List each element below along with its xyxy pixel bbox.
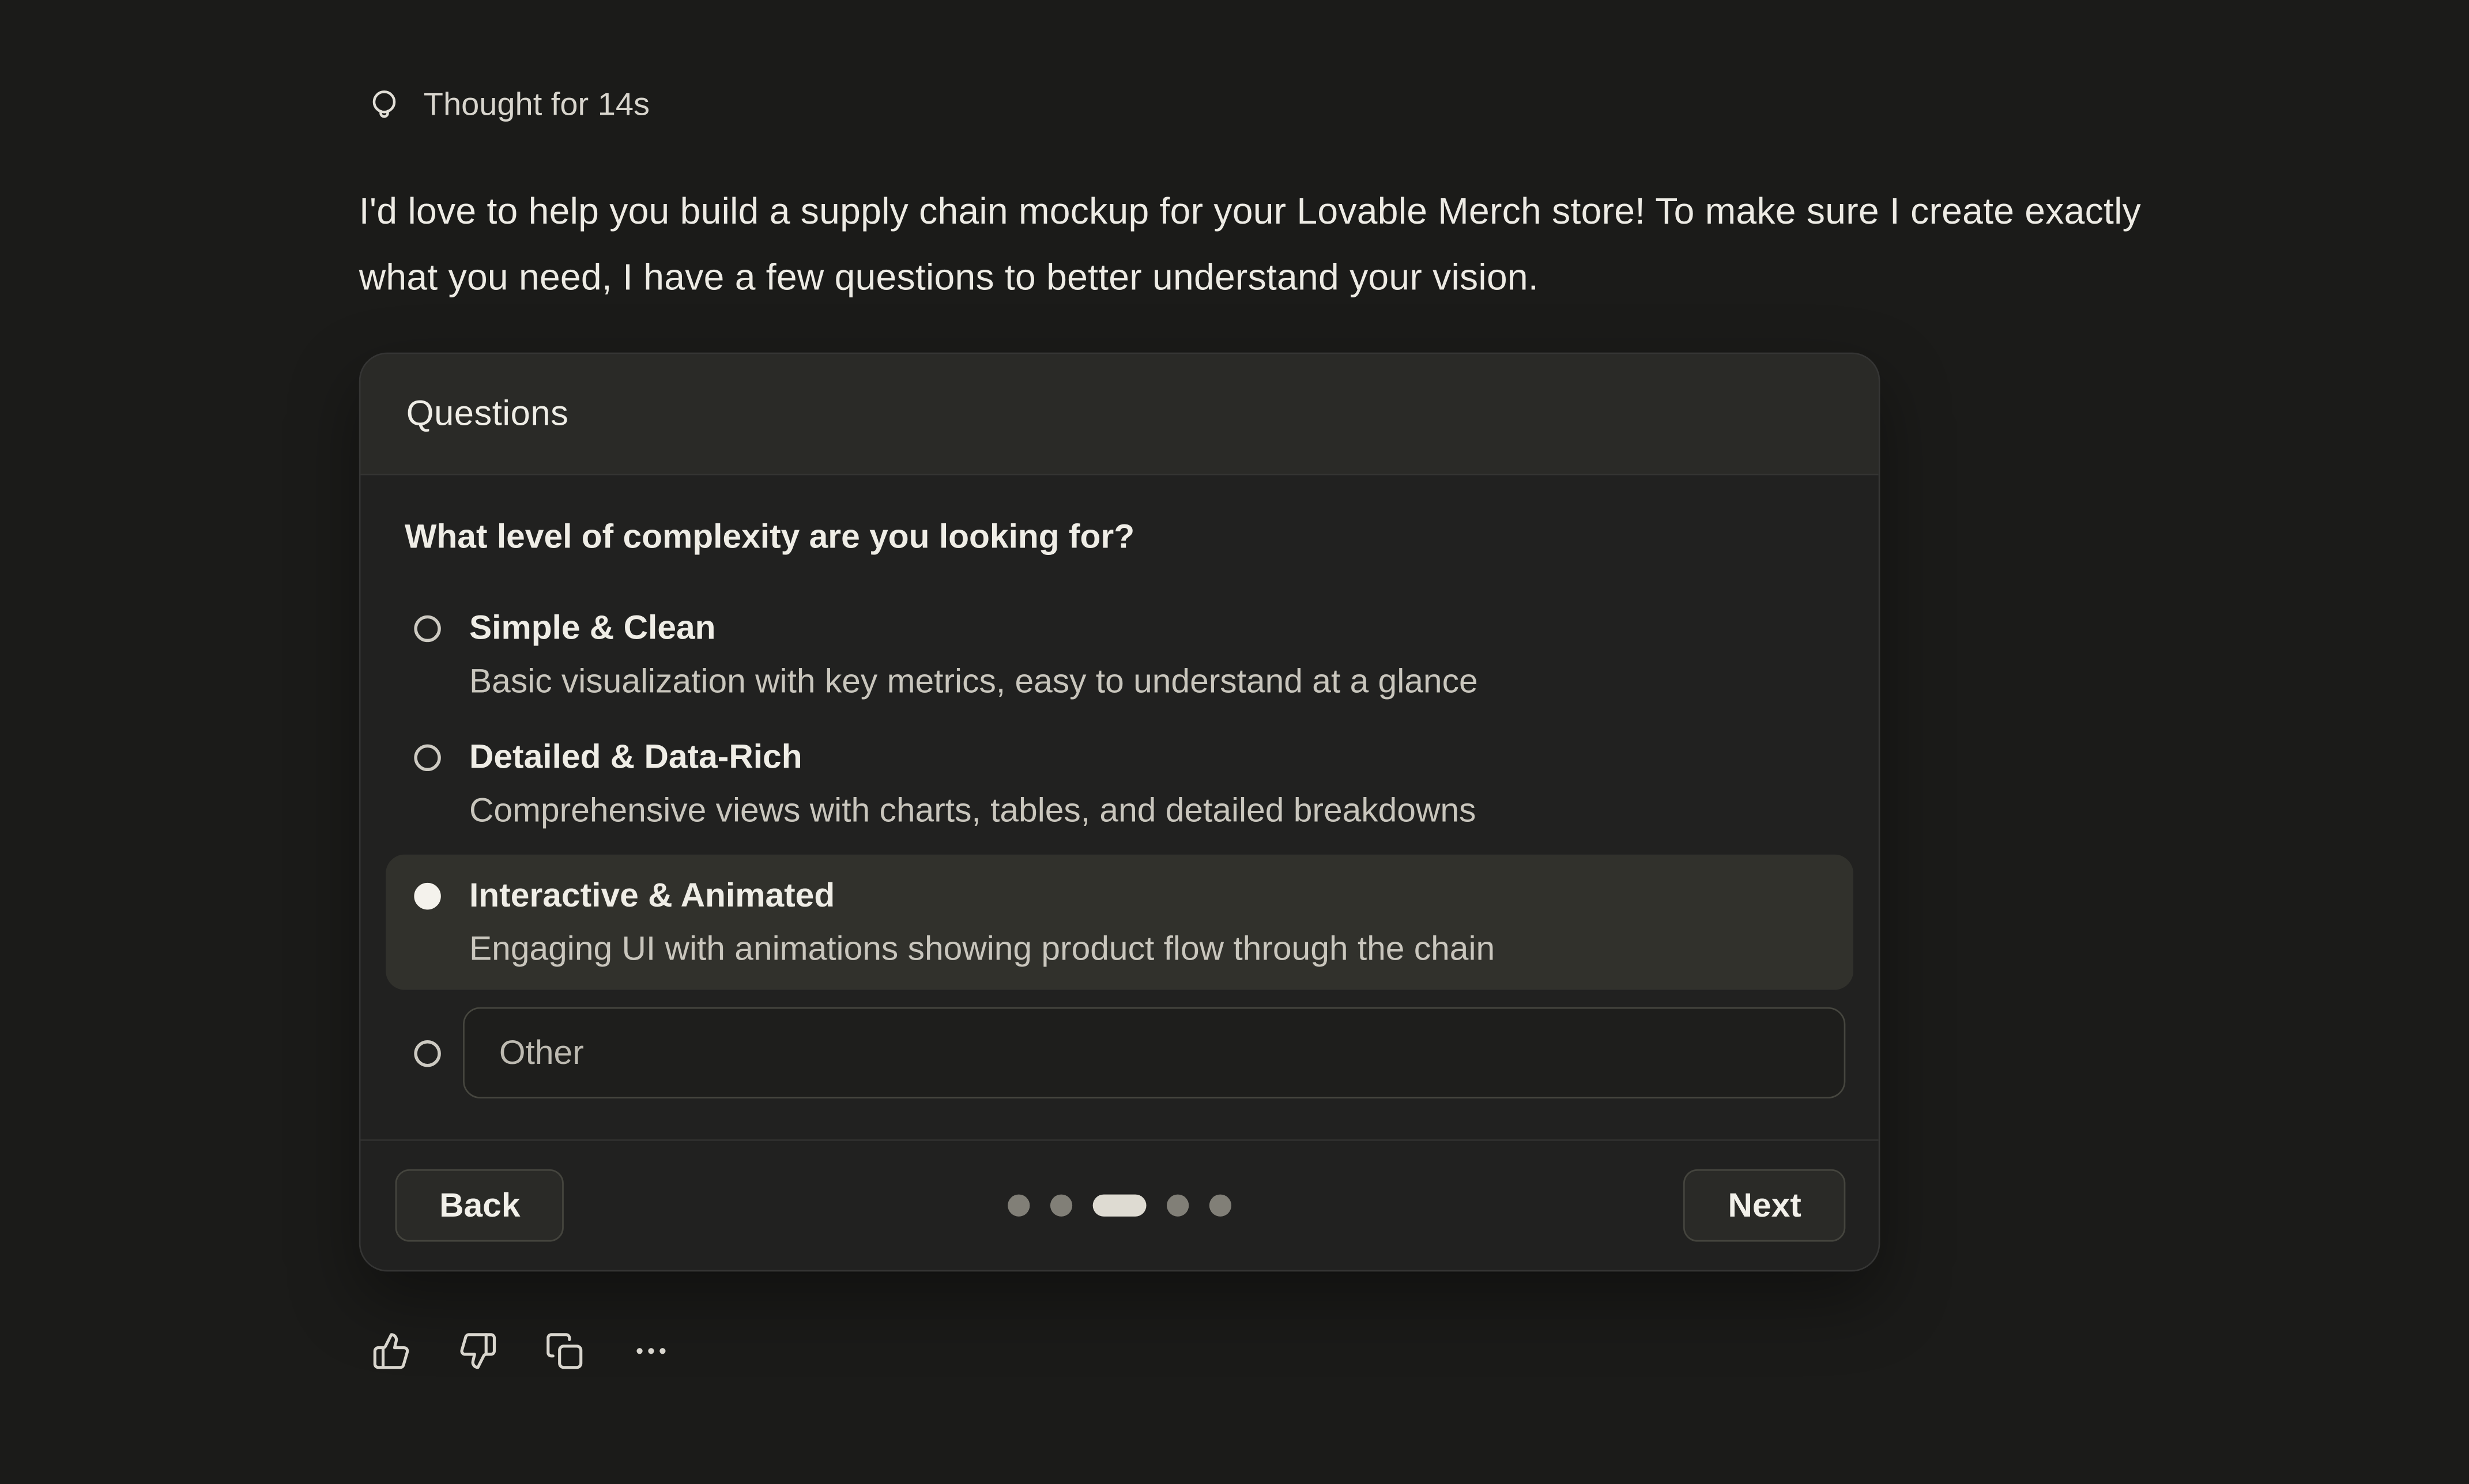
option-description: Basic visualization with key metrics, ea… — [469, 655, 1478, 708]
pagination-dot — [1209, 1195, 1231, 1217]
pagination-dot — [1167, 1195, 1189, 1217]
radio-selected-icon[interactable] — [414, 883, 440, 909]
radio-unselected-icon[interactable] — [414, 745, 440, 771]
option-label: Detailed & Data-Rich — [469, 730, 1476, 784]
copy-icon — [544, 1331, 583, 1370]
thought-summary-toggle[interactable]: Thought for 14s — [367, 84, 2233, 127]
option-label: Interactive & Animated — [469, 869, 1495, 922]
other-option-input[interactable] — [463, 1007, 1845, 1098]
questions-card: Questions What level of complexity are y… — [359, 353, 1880, 1272]
pagination-dot-active — [1093, 1195, 1147, 1217]
more-options-button[interactable] — [630, 1330, 671, 1370]
option-description: Comprehensive views with charts, tables,… — [469, 784, 1476, 837]
radio-unselected-icon[interactable] — [414, 1040, 440, 1066]
thought-duration-label: Thought for 14s — [424, 86, 650, 124]
thumbs-down-button[interactable] — [457, 1330, 497, 1370]
radio-unselected-icon[interactable] — [414, 615, 440, 642]
option-label: Simple & Clean — [469, 601, 1478, 655]
thumbs-up-button[interactable] — [370, 1330, 411, 1370]
question-text: What level of complexity are you looking… — [405, 518, 1834, 557]
assistant-turn: Thought for 14s I'd love to help you bui… — [359, 84, 2233, 1371]
card-title: Questions — [406, 394, 569, 435]
more-options-icon — [631, 1331, 670, 1370]
thumbs-up-icon — [371, 1331, 410, 1370]
chat-background: Thought for 14s I'd love to help you bui… — [0, 0, 2469, 1484]
options-list: Simple & Clean Basic visualization with … — [386, 596, 1853, 1098]
option-simple-clean[interactable]: Simple & Clean Basic visualization with … — [386, 596, 1853, 713]
option-description: Engaging UI with animations showing prod… — [469, 922, 1495, 976]
copy-button[interactable] — [543, 1330, 584, 1370]
pagination-dot — [1008, 1195, 1030, 1217]
assistant-message-text: I'd love to help you build a supply chai… — [359, 178, 2202, 310]
option-other[interactable] — [386, 1007, 1853, 1098]
pagination-dots — [1008, 1195, 1231, 1217]
pagination-dot — [1050, 1195, 1072, 1217]
questions-card-header: Questions — [361, 354, 1879, 475]
option-interactive-animated[interactable]: Interactive & Animated Engaging UI with … — [386, 855, 1853, 990]
questions-card-footer: Back Next — [361, 1139, 1879, 1270]
lightbulb-icon — [367, 84, 401, 127]
thumbs-down-icon — [458, 1331, 497, 1370]
questions-card-body: What level of complexity are you looking… — [361, 475, 1879, 1139]
next-button[interactable]: Next — [1684, 1169, 1845, 1242]
message-actions-row — [370, 1330, 2233, 1370]
back-button[interactable]: Back — [395, 1169, 564, 1242]
option-detailed-data-rich[interactable]: Detailed & Data-Rich Comprehensive views… — [386, 726, 1853, 842]
